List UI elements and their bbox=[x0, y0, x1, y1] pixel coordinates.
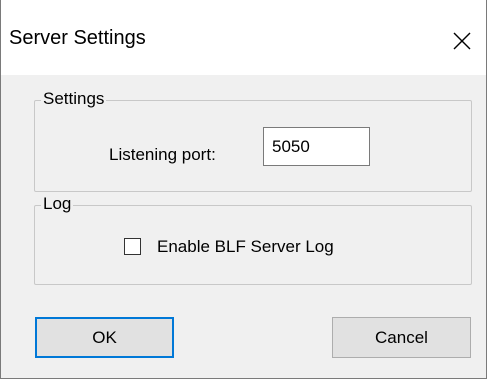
close-button[interactable] bbox=[447, 26, 477, 56]
listening-port-label: Listening port: bbox=[109, 145, 216, 164]
window-title: Server Settings bbox=[9, 27, 146, 49]
server-settings-dialog: Server Settings Settings Listening port:… bbox=[0, 0, 487, 379]
settings-groupbox: Settings bbox=[34, 89, 472, 192]
log-group-legend: Log bbox=[41, 194, 74, 214]
close-icon bbox=[453, 32, 471, 50]
listening-port-input[interactable] bbox=[263, 127, 370, 166]
enable-blf-server-log-label[interactable]: Enable BLF Server Log bbox=[157, 237, 334, 257]
ok-button[interactable]: OK bbox=[35, 317, 174, 358]
title-bar: Server Settings bbox=[1, 0, 486, 75]
cancel-button[interactable]: Cancel bbox=[332, 317, 471, 358]
enable-blf-server-log-checkbox[interactable] bbox=[124, 238, 141, 255]
settings-group-legend: Settings bbox=[41, 89, 107, 109]
